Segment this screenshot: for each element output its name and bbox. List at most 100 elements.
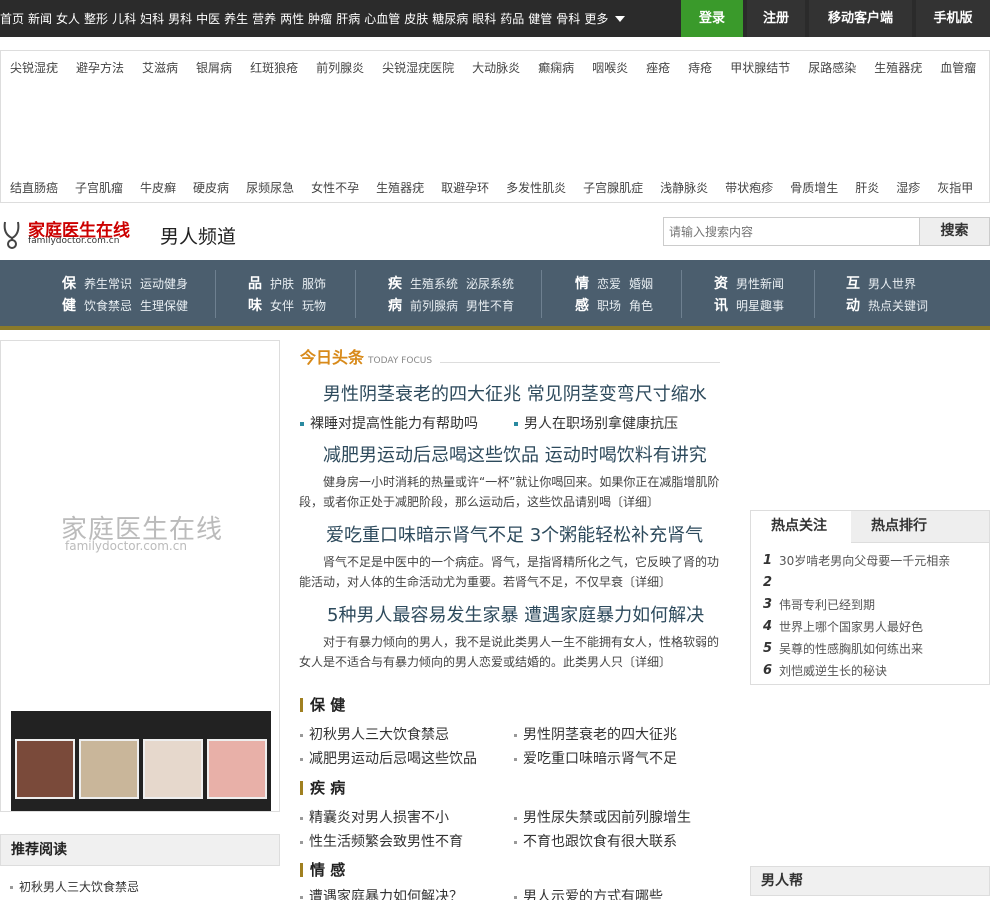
category-link[interactable]: 护肤 [270, 275, 294, 292]
disease-tag[interactable]: 子宫肌瘤 [75, 179, 123, 196]
category-link[interactable]: 女伴 [270, 297, 294, 314]
disease-tag[interactable]: 血管瘤 [940, 59, 976, 76]
headline-3[interactable]: 爱吃重口味暗示肾气不足 3个粥能轻松补充肾气 [326, 521, 703, 547]
top-nav-item[interactable]: 心血管 [364, 10, 400, 27]
top-nav-item[interactable]: 营养 [252, 10, 276, 27]
top-nav-item[interactable]: 两性 [280, 10, 304, 27]
category-link[interactable]: 前列腺病 [410, 297, 458, 314]
disease-tag[interactable]: 银屑病 [196, 59, 232, 76]
hot-item[interactable]: 1 30岁啃老男向父母要一千元相亲 [763, 549, 950, 571]
disease-tag[interactable]: 带状疱疹 [725, 179, 773, 196]
section-link[interactable]: 减肥男运动后忌喝这些饮品 [300, 748, 477, 768]
disease-tag[interactable]: 癫痫病 [538, 59, 574, 76]
top-nav-item[interactable]: 肿瘤 [308, 10, 332, 27]
disease-tag[interactable]: 结直肠癌 [10, 179, 58, 196]
tab-hot-focus[interactable]: 热点关注 [751, 511, 851, 543]
category-link[interactable]: 男性不育 [466, 297, 514, 314]
disease-tag[interactable]: 取避孕环 [441, 179, 489, 196]
site-logo[interactable]: 家庭医生在线 familydoctor.com.cn [2, 216, 152, 250]
top-nav-item[interactable]: 整形 [84, 10, 108, 27]
tab-hot-rank[interactable]: 热点排行 [871, 511, 927, 543]
mobile-client-button[interactable]: 移动客户端 [809, 0, 912, 37]
section-link[interactable]: 爱吃重口味暗示肾气不足 [514, 748, 677, 768]
disease-tag[interactable]: 肝炎 [855, 179, 879, 196]
category-link[interactable]: 男性新闻 [736, 275, 784, 292]
thumbnail-2[interactable] [79, 739, 139, 799]
top-nav-item[interactable]: 皮肤 [404, 10, 428, 27]
top-nav-item[interactable]: 妇科 [140, 10, 164, 27]
top-nav-item[interactable]: 首页 [0, 10, 24, 27]
disease-tag[interactable]: 浅静脉炎 [660, 179, 708, 196]
category-link[interactable]: 婚姻 [629, 275, 653, 292]
section-link[interactable]: 精囊炎对男人损害不小 [300, 807, 449, 827]
left-ad-box[interactable]: 家庭医生在线 familydoctor.com.cn [0, 340, 280, 812]
disease-tag[interactable]: 甲状腺结节 [730, 59, 790, 76]
disease-tag[interactable]: 子宫腺肌症 [583, 179, 643, 196]
hot-item[interactable]: 6 刘恺威逆生长的秘诀 [763, 659, 950, 681]
sublink-2[interactable]: 男人在职场别拿健康抗压 [514, 413, 678, 433]
thumbnail-1[interactable] [15, 739, 75, 799]
section-link[interactable]: 初秋男人三大饮食禁忌 [300, 724, 449, 744]
disease-tag[interactable]: 多发性肌炎 [506, 179, 566, 196]
mobile-version-button[interactable]: 手机版 [916, 0, 990, 37]
disease-tag[interactable]: 尖锐湿疣 [10, 59, 58, 76]
headline-4[interactable]: 5种男人最容易发生家暴 遭遇家庭暴力如何解决 [327, 601, 704, 627]
category-link[interactable]: 恋爱 [597, 275, 621, 292]
top-nav-item[interactable]: 养生 [224, 10, 248, 27]
category-link[interactable]: 生殖系统 [410, 275, 458, 292]
top-nav-item[interactable]: 眼科 [472, 10, 496, 27]
disease-tag[interactable]: 硬皮病 [193, 179, 229, 196]
top-nav-more[interactable]: 更多 [584, 10, 629, 27]
disease-tag[interactable]: 大动脉炎 [472, 59, 520, 76]
category-link[interactable]: 男人世界 [868, 275, 916, 292]
category-link[interactable]: 饮食禁忌 [84, 297, 132, 314]
disease-tag[interactable]: 女性不孕 [311, 179, 359, 196]
category-link[interactable]: 泌尿系统 [466, 275, 514, 292]
category-link[interactable]: 角色 [629, 297, 653, 314]
search-button[interactable]: 搜索 [919, 217, 990, 246]
disease-tag[interactable]: 前列腺炎 [316, 59, 364, 76]
headline-2[interactable]: 减肥男运动后忌喝这些饮品 运动时喝饮料有讲究 [323, 441, 707, 467]
category-link[interactable]: 热点关键词 [868, 297, 928, 314]
top-nav-item[interactable]: 药品 [500, 10, 524, 27]
section-link[interactable]: 遭遇家庭暴力如何解决？ [300, 886, 463, 900]
sublink-1[interactable]: 裸睡对提高性能力有帮助吗 [300, 413, 478, 433]
hot-item[interactable]: 5 吴尊的性感胸肌如何练出来 [763, 637, 950, 659]
top-nav-item[interactable]: 骨科 [556, 10, 580, 27]
disease-tag[interactable]: 生殖器疣 [874, 59, 922, 76]
disease-tag[interactable]: 尖锐湿疣医院 [382, 59, 454, 76]
section-link[interactable]: 男性尿失禁或因前列腺增生 [514, 807, 691, 827]
disease-tag[interactable]: 避孕方法 [76, 59, 124, 76]
section-link[interactable]: 不育也跟饮食有很大联系 [514, 831, 677, 851]
section-link[interactable]: 男人示爱的方式有哪些 [514, 886, 663, 900]
login-button[interactable]: 登录 [681, 0, 743, 37]
thumbnail-3[interactable] [143, 739, 203, 799]
disease-tag[interactable]: 尿频尿急 [246, 179, 294, 196]
hot-item[interactable]: 4 世界上哪个国家男人最好色 [763, 615, 950, 637]
section-link[interactable]: 男性阴茎衰老的四大征兆 [514, 724, 677, 744]
disease-tag[interactable]: 生殖器疣 [376, 179, 424, 196]
category-link[interactable]: 玩物 [302, 297, 326, 314]
register-button[interactable]: 注册 [747, 0, 805, 37]
hot-item[interactable]: 3 伟哥专利已经到期 [763, 593, 950, 615]
headline-1[interactable]: 男性阴茎衰老的四大征兆 常见阴茎变弯尺寸缩水 [323, 380, 707, 406]
hot-item[interactable]: 2 [763, 571, 950, 593]
search-input[interactable] [663, 217, 920, 246]
category-link[interactable]: 服饰 [302, 275, 326, 292]
top-nav-item[interactable]: 儿科 [112, 10, 136, 27]
disease-tag[interactable]: 痔疮 [688, 59, 712, 76]
category-link[interactable]: 明星趣事 [736, 297, 784, 314]
disease-tag[interactable]: 骨质增生 [790, 179, 838, 196]
top-nav-item[interactable]: 中医 [196, 10, 220, 27]
disease-tag[interactable]: 红斑狼疮 [250, 59, 298, 76]
category-link[interactable]: 养生常识 [84, 275, 132, 292]
top-nav-item[interactable]: 新闻 [28, 10, 52, 27]
section-link[interactable]: 性生活频繁会致男性不育 [300, 831, 463, 851]
recommend-item[interactable]: 初秋男人三大饮食禁忌 [10, 878, 139, 895]
category-link[interactable]: 职场 [597, 297, 621, 314]
top-nav-item[interactable]: 肝病 [336, 10, 360, 27]
disease-tag[interactable]: 咽喉炎 [592, 59, 628, 76]
disease-tag[interactable]: 灰指甲 [937, 179, 973, 196]
disease-tag[interactable]: 牛皮癣 [140, 179, 176, 196]
top-nav-item[interactable]: 女人 [56, 10, 80, 27]
